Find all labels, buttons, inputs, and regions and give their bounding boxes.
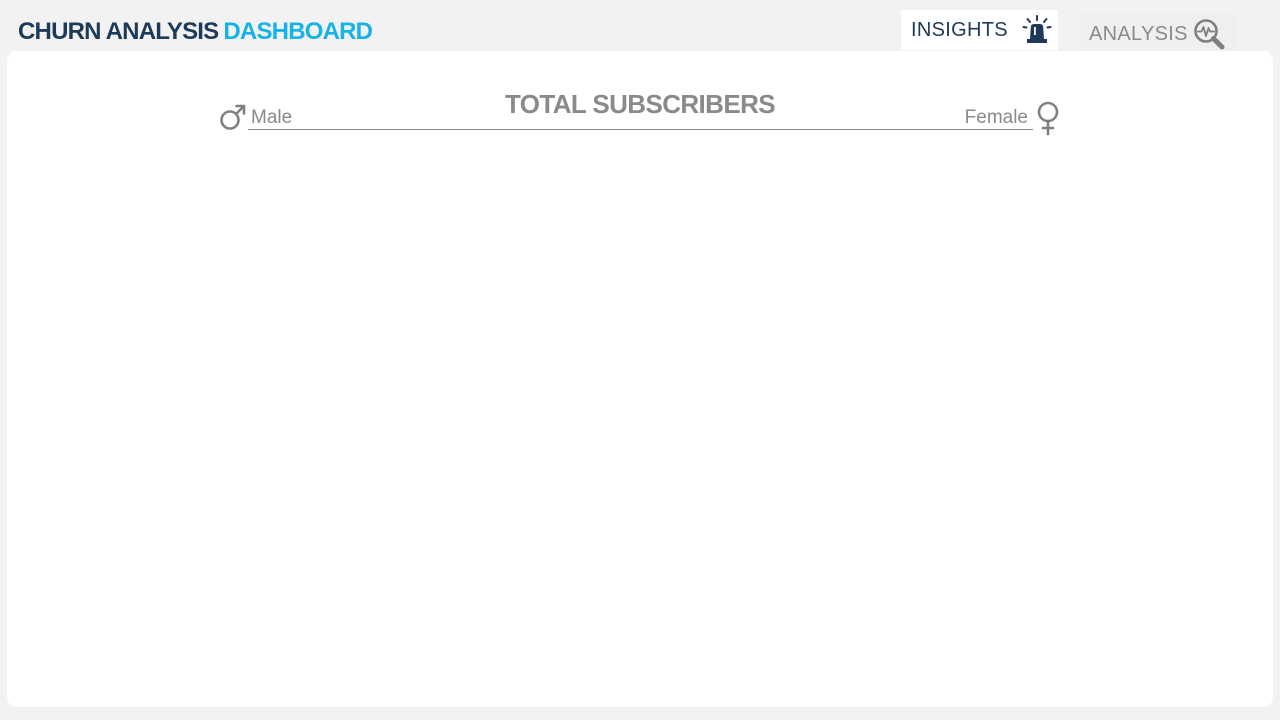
- siren-alert-icon: [1022, 15, 1052, 45]
- tab-analysis[interactable]: ANALYSIS: [1079, 14, 1236, 54]
- tab-analysis-label: ANALYSIS: [1089, 22, 1188, 45]
- app-title-main: CHURN ANALYSIS: [18, 18, 219, 45]
- main-panel: Male TOTAL SUBSCRIBERS Female: [7, 51, 1273, 707]
- tab-insights[interactable]: INSIGHTS: [901, 10, 1058, 50]
- tab-insights-label: INSIGHTS: [911, 18, 1008, 41]
- total-subscribers-title: TOTAL SUBSCRIBERS: [504, 89, 776, 119]
- app-title-accent: DASHBOARD: [223, 18, 373, 45]
- gender-split-divider: [248, 129, 1033, 130]
- app-title: CHURN ANALYSIS DASHBOARD: [18, 17, 373, 47]
- total-subscribers-header: Male TOTAL SUBSCRIBERS Female: [7, 51, 1273, 151]
- female-symbol-icon: [1035, 101, 1061, 137]
- magnifier-pulse-icon: [1192, 17, 1226, 51]
- female-label: Female: [964, 107, 1028, 128]
